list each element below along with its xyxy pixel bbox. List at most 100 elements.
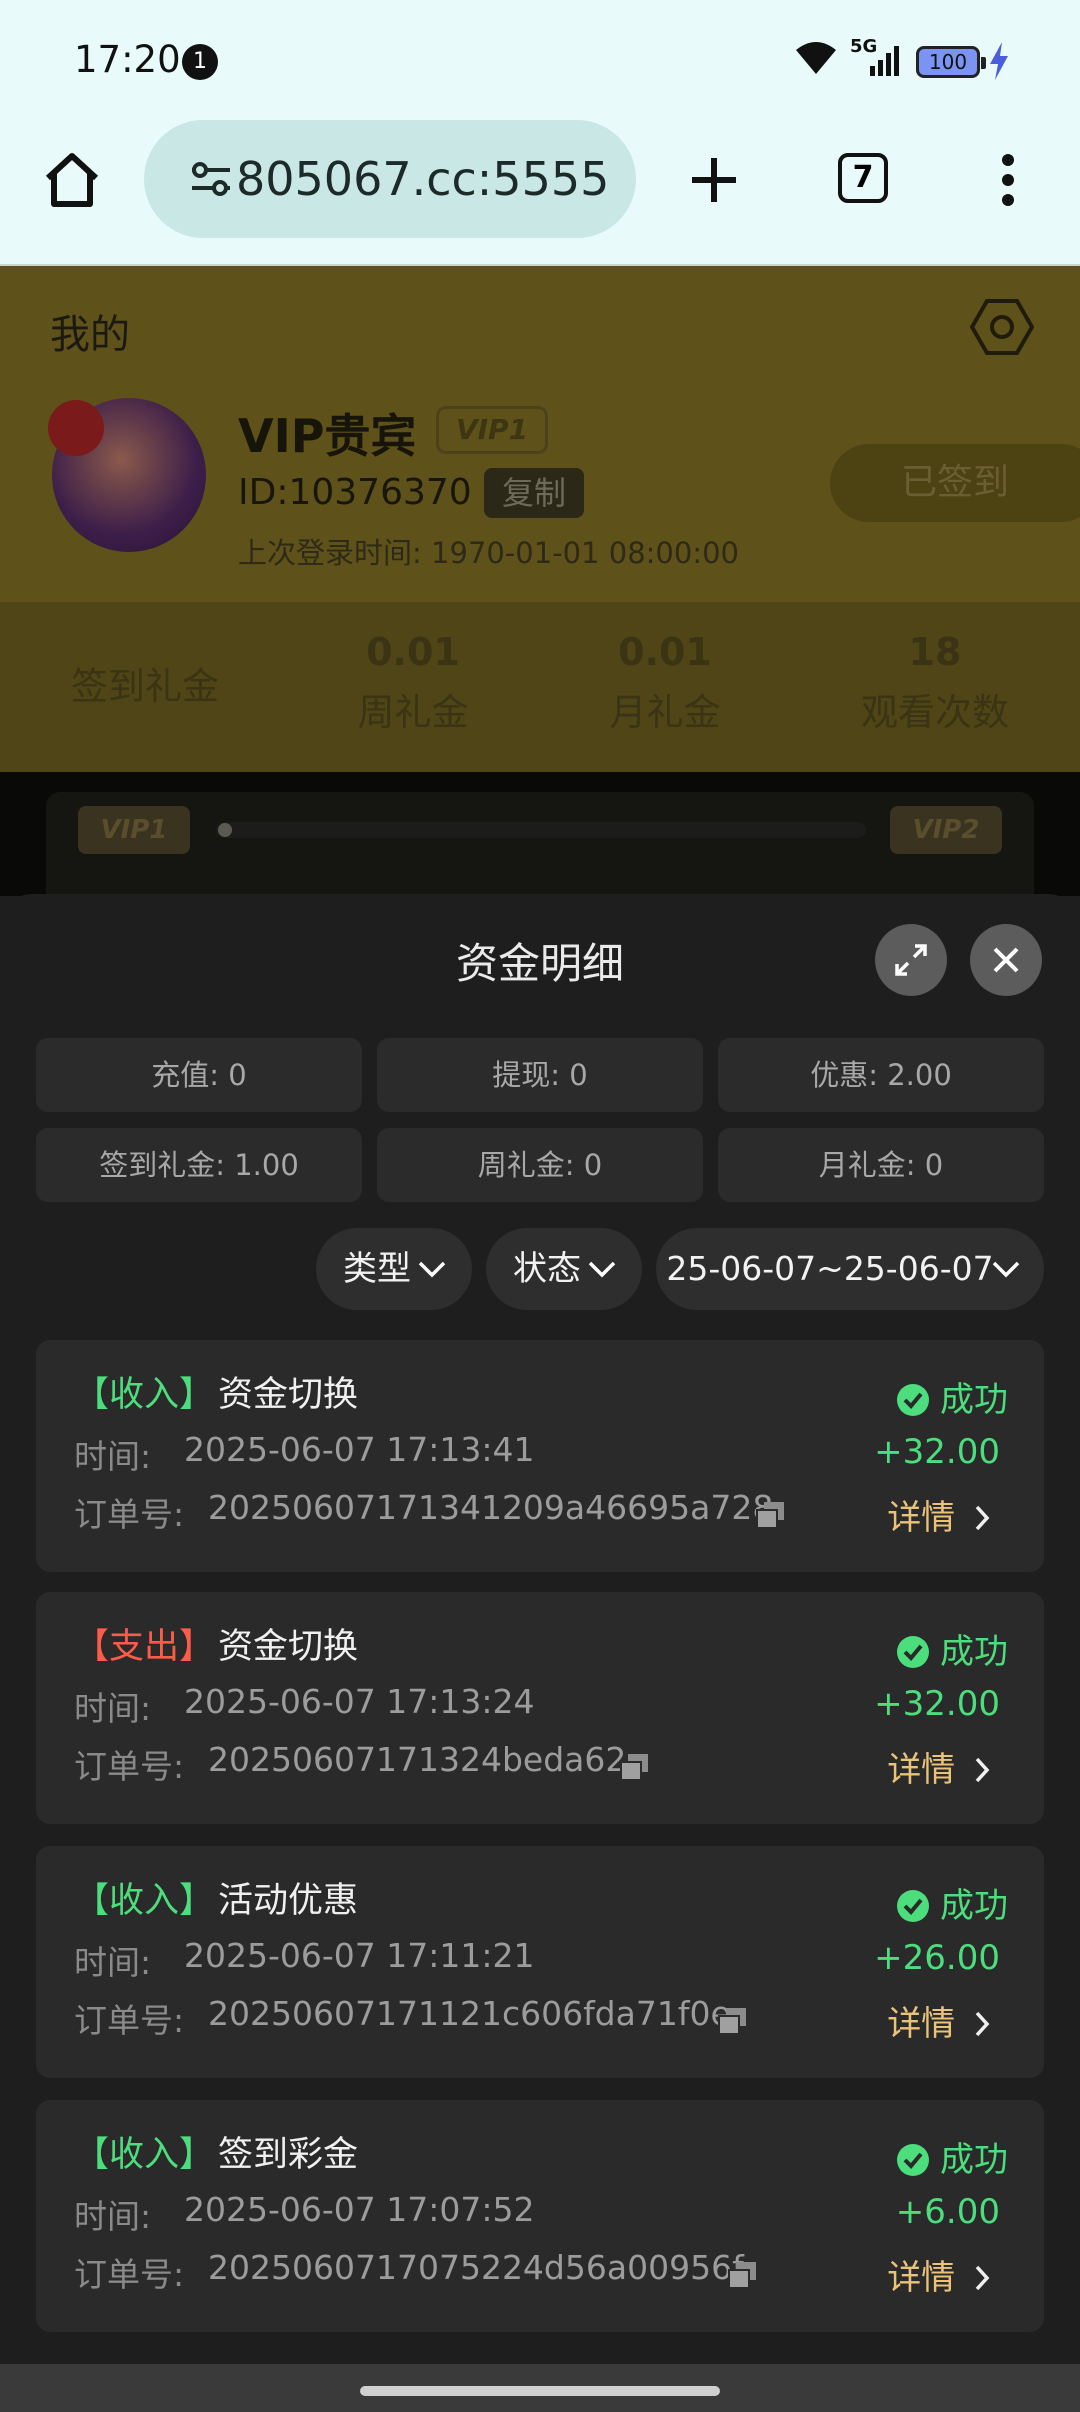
summary-monthly-bonus: 月礼金: 0 bbox=[718, 1128, 1044, 1202]
transaction-card[interactable]: 【收入】 资金切换 时间: 2025-06-07 17:13:41 订单号: 2… bbox=[36, 1340, 1044, 1572]
chevron-right-icon bbox=[975, 1757, 990, 1783]
chevron-down-icon bbox=[588, 1261, 616, 1278]
charging-icon bbox=[990, 42, 1008, 80]
record-status: 成功 bbox=[896, 1878, 1008, 1927]
record-amount: +26.00 bbox=[874, 1938, 1000, 1978]
tab-switcher-button[interactable]: 7 bbox=[838, 153, 888, 203]
record-order-number: 20250607171324beda62 bbox=[208, 1740, 627, 1779]
chevron-right-icon bbox=[975, 2265, 990, 2291]
stat-watch-count[interactable]: 18 观看次数 bbox=[810, 602, 1060, 736]
transaction-card[interactable]: 【收入】 活动优惠 时间: 2025-06-07 17:11:21 订单号: 2… bbox=[36, 1846, 1044, 2078]
system-nav-bar bbox=[0, 2364, 1080, 2412]
stat-weekly-bonus[interactable]: 0.01 周礼金 bbox=[288, 602, 538, 736]
chevron-down-icon bbox=[992, 1261, 1020, 1278]
order-label: 订单号: bbox=[74, 1747, 185, 1786]
transaction-card[interactable]: 【收入】 签到彩金 时间: 2025-06-07 17:07:52 订单号: 2… bbox=[36, 2100, 1044, 2332]
vip-progress-section: VIP1 VIP2 bbox=[0, 772, 1080, 912]
stats-row: 签到礼金 0.01 周礼金 0.01 月礼金 18 观看次数 bbox=[0, 602, 1080, 772]
date-range-label: 25-06-07~25-06-07 bbox=[666, 1249, 994, 1288]
record-name: 活动优惠 bbox=[218, 1881, 359, 1921]
page-title: 我的 bbox=[50, 312, 130, 358]
record-status-text: 成功 bbox=[940, 1380, 1008, 1420]
summary-withdraw: 提现: 0 bbox=[377, 1038, 703, 1112]
chevron-down-icon bbox=[418, 1261, 446, 1278]
signal-icon bbox=[870, 46, 899, 76]
browser-toolbar: 805067.cc:5555 7 bbox=[0, 120, 1080, 266]
date-range-dropdown[interactable]: 25-06-07~25-06-07 bbox=[656, 1228, 1044, 1310]
chevron-right-icon bbox=[975, 1505, 990, 1531]
detail-label: 详情 bbox=[887, 1750, 956, 1790]
chevron-right-icon bbox=[975, 2011, 990, 2037]
record-detail-link[interactable]: 详情 bbox=[887, 1996, 990, 2045]
status-filter-label: 状态 bbox=[513, 1249, 581, 1289]
success-check-icon bbox=[897, 1890, 929, 1922]
record-name: 资金切换 bbox=[218, 1375, 359, 1415]
record-detail-link[interactable]: 详情 bbox=[887, 2250, 990, 2299]
record-status-text: 成功 bbox=[940, 1632, 1008, 1672]
record-amount: +32.00 bbox=[874, 1432, 1000, 1472]
time-label: 时间: bbox=[74, 2197, 152, 2236]
record-direction: 【收入】 bbox=[74, 1881, 215, 1921]
type-filter-dropdown[interactable]: 类型 bbox=[316, 1228, 472, 1310]
order-label: 订单号: bbox=[74, 1495, 185, 1534]
detail-label: 详情 bbox=[887, 2258, 956, 2298]
stat-monthly-bonus[interactable]: 0.01 月礼金 bbox=[540, 602, 790, 736]
stat-value: 18 bbox=[908, 630, 962, 674]
success-check-icon bbox=[897, 1384, 929, 1416]
record-detail-link[interactable]: 详情 bbox=[887, 1742, 990, 1791]
record-order-number: 2025060717075224d56a00956f bbox=[208, 2248, 744, 2287]
signed-in-button[interactable]: 已签到 bbox=[830, 444, 1080, 522]
order-label: 订单号: bbox=[74, 2001, 185, 2040]
record-name: 签到彩金 bbox=[218, 2135, 359, 2175]
detail-label: 详情 bbox=[887, 2004, 956, 2044]
settings-icon[interactable] bbox=[970, 298, 1034, 356]
last-login-time: 上次登录时间: 1970-01-01 08:00:00 bbox=[238, 536, 739, 570]
summary-recharge: 充值: 0 bbox=[36, 1038, 362, 1112]
time-label: 时间: bbox=[74, 1437, 152, 1476]
flag-icon bbox=[48, 400, 104, 456]
vip-level-badge: VIP1 bbox=[436, 406, 548, 454]
battery-indicator: 100 bbox=[916, 46, 986, 78]
site-settings-icon[interactable] bbox=[188, 156, 234, 202]
stat-label: 周礼金 bbox=[357, 691, 469, 734]
stat-value: 0.01 bbox=[618, 630, 712, 674]
new-tab-icon[interactable] bbox=[686, 152, 742, 208]
stat-signin-bonus[interactable]: 签到礼金 bbox=[20, 602, 270, 710]
success-check-icon bbox=[897, 2144, 929, 2176]
expand-button[interactable] bbox=[875, 924, 947, 996]
record-direction: 【收入】 bbox=[74, 2135, 215, 2175]
status-filter-dropdown[interactable]: 状态 bbox=[486, 1228, 642, 1310]
record-amount: +6.00 bbox=[895, 2192, 1000, 2232]
type-filter-label: 类型 bbox=[343, 1249, 411, 1289]
record-time: 2025-06-07 17:13:41 bbox=[184, 1430, 535, 1469]
expand-icon bbox=[895, 944, 927, 976]
url-text: 805067.cc:5555 bbox=[236, 152, 610, 206]
more-menu-icon[interactable] bbox=[1000, 152, 1016, 208]
record-order-number: 20250607171121c606fda71f0e bbox=[208, 1994, 731, 2033]
record-status-text: 成功 bbox=[940, 1886, 1008, 1926]
record-detail-link[interactable]: 详情 bbox=[887, 1490, 990, 1539]
copy-icon[interactable] bbox=[754, 1500, 788, 1530]
copy-icon[interactable] bbox=[618, 1752, 652, 1782]
record-status: 成功 bbox=[896, 1372, 1008, 1421]
record-name: 资金切换 bbox=[218, 1627, 359, 1667]
copy-icon[interactable] bbox=[716, 2006, 750, 2036]
detail-label: 详情 bbox=[887, 1498, 956, 1538]
url-field[interactable]: 805067.cc:5555 bbox=[144, 120, 636, 238]
record-amount: +32.00 bbox=[874, 1684, 1000, 1724]
gesture-handle[interactable] bbox=[360, 2386, 720, 2396]
time-label: 时间: bbox=[74, 1943, 152, 1982]
time-label: 时间: bbox=[74, 1689, 152, 1728]
close-button[interactable] bbox=[970, 924, 1042, 996]
profile-page: 我的 VIP贵宾 VIP1 ID:10376370 复制 上次登录时间: 197… bbox=[0, 266, 1080, 912]
vip-name: VIP贵宾 bbox=[238, 409, 417, 463]
order-label: 订单号: bbox=[74, 2255, 185, 2294]
copy-icon[interactable] bbox=[726, 2260, 760, 2290]
stat-label: 签到礼金 bbox=[71, 665, 219, 708]
funds-detail-sheet: 资金明细 充值: 0 提现: 0 优惠: 2.00 签到礼金: 1.00 周礼金… bbox=[0, 894, 1080, 2364]
copy-id-button[interactable]: 复制 bbox=[484, 468, 584, 518]
vip-progress-fill bbox=[218, 823, 232, 837]
home-icon[interactable] bbox=[42, 150, 102, 210]
close-icon bbox=[993, 947, 1019, 973]
transaction-card[interactable]: 【支出】 资金切换 时间: 2025-06-07 17:13:24 订单号: 2… bbox=[36, 1592, 1044, 1824]
